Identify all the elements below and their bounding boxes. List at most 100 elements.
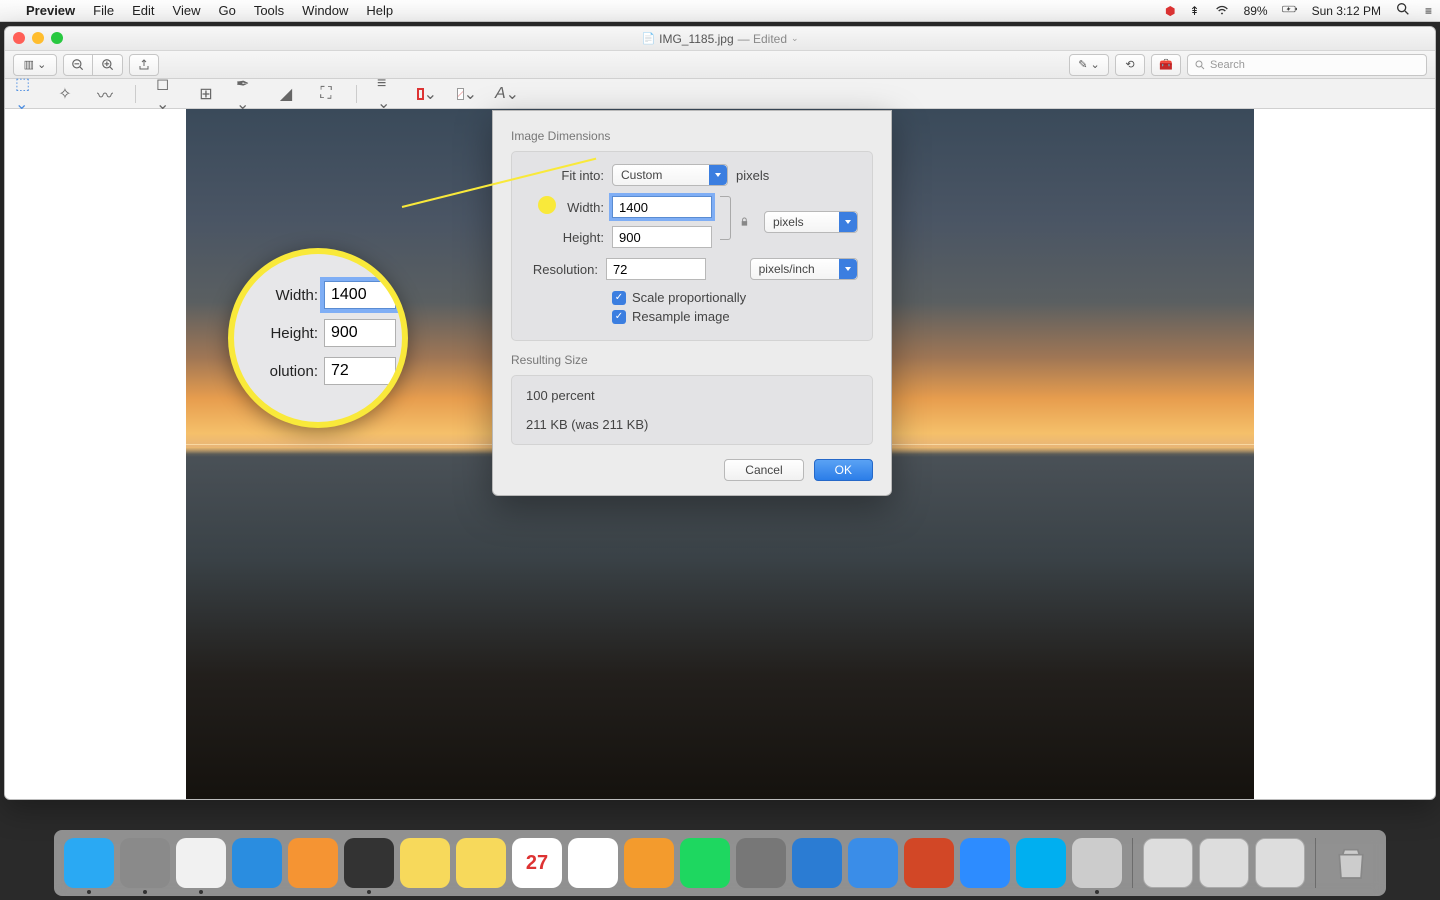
adjust-size-icon[interactable]: ⛶	[316, 84, 336, 104]
menu-help[interactable]: Help	[366, 3, 393, 18]
dock-powerpoint[interactable]	[904, 838, 954, 888]
traffic-lights	[13, 32, 63, 44]
battery-percent: 89%	[1244, 4, 1268, 18]
resample-image-checkbox[interactable]: ✓ Resample image	[612, 309, 858, 324]
control-center-icon[interactable]: ≡	[1425, 4, 1432, 18]
sign-tool-icon[interactable]: ✒ ⌄	[236, 84, 256, 104]
selection-tool-icon[interactable]: ⬚ ⌄	[15, 84, 35, 104]
share-button[interactable]	[129, 54, 159, 76]
dock-minimized-window[interactable]	[1199, 838, 1249, 888]
menu-edit[interactable]: Edit	[132, 3, 154, 18]
window-titlebar[interactable]: 📄 IMG_1185.jpg — Edited ⌄	[5, 27, 1435, 51]
result-percent: 100 percent	[526, 388, 858, 403]
checkbox-checked-icon: ✓	[612, 291, 626, 305]
dock-calendar[interactable]: 27	[512, 838, 562, 888]
resulting-size-panel: 100 percent 211 KB (was 211 KB)	[511, 375, 873, 445]
dock-zoom[interactable]	[960, 838, 1010, 888]
instant-alpha-icon[interactable]: ✧	[55, 84, 75, 104]
lens-width-value: 1400	[324, 281, 396, 309]
fit-into-unit: pixels	[736, 168, 769, 183]
dock-books[interactable]	[624, 838, 674, 888]
menu-window[interactable]: Window	[302, 3, 348, 18]
lens-resolution-label: olution:	[248, 363, 318, 380]
ok-button[interactable]: OK	[814, 459, 873, 481]
menu-file[interactable]: File	[93, 3, 114, 18]
dock-trash[interactable]	[1326, 838, 1376, 888]
dock-keynote[interactable]	[848, 838, 898, 888]
dock-spotify[interactable]	[680, 838, 730, 888]
maximize-button[interactable]	[51, 32, 63, 44]
dock-firefox[interactable]	[288, 838, 338, 888]
lens-resolution-value: 72	[324, 357, 396, 385]
rotate-button[interactable]: ⟲	[1115, 54, 1145, 76]
dock-launchpad[interactable]	[120, 838, 170, 888]
resulting-size-title: Resulting Size	[511, 353, 873, 367]
resolution-input[interactable]	[606, 258, 706, 280]
line-style-icon[interactable]: ≡ ⌄	[377, 84, 397, 104]
app-name[interactable]: Preview	[26, 3, 75, 18]
dock-settings[interactable]	[736, 838, 786, 888]
zoom-in-button[interactable]	[93, 54, 123, 76]
dock-skype[interactable]	[1016, 838, 1066, 888]
shapes-tool-icon[interactable]: ◻ ⌄	[156, 84, 176, 104]
macos-dock: 27	[54, 830, 1386, 896]
menu-go[interactable]: Go	[218, 3, 235, 18]
markup-toolbar: ⬚ ⌄ ✧ 〰 ◻ ⌄ ⊞ ✒ ⌄ ◢ ⛶ ≡ ⌄ ⌄ ⌄ A ⌄	[5, 79, 1435, 109]
fill-color-icon[interactable]: ⌄	[457, 84, 477, 104]
battery-icon[interactable]	[1282, 1, 1298, 20]
status-icon-2[interactable]: ⇞	[1190, 4, 1200, 18]
status-icon-1[interactable]: ⬢	[1165, 4, 1175, 18]
dock-safari[interactable]	[232, 838, 282, 888]
sketch-tool-icon[interactable]: 〰	[95, 84, 115, 104]
dock-word[interactable]	[792, 838, 842, 888]
markup-button[interactable]: ✎ ⌄	[1069, 54, 1109, 76]
minimize-button[interactable]	[32, 32, 44, 44]
lens-height-label: Height:	[248, 325, 318, 342]
dialog-title: Image Dimensions	[511, 129, 873, 143]
title-dropdown-icon[interactable]: ⌄	[791, 33, 799, 44]
zoom-out-button[interactable]	[63, 54, 93, 76]
dimension-unit-select[interactable]: pixels	[764, 211, 858, 233]
dock-notes[interactable]	[400, 838, 450, 888]
width-input[interactable]	[612, 196, 712, 218]
fit-into-select[interactable]: Custom	[612, 164, 728, 186]
dock-mission-control[interactable]	[344, 838, 394, 888]
wifi-icon[interactable]	[1214, 1, 1230, 20]
clock[interactable]: Sun 3:12 PM	[1312, 4, 1381, 18]
dock-finder[interactable]	[64, 838, 114, 888]
main-toolbar: ▥ ⌄ ✎ ⌄ ⟲ 🧰 Search	[5, 51, 1435, 79]
height-input[interactable]	[612, 226, 712, 248]
height-label: Height:	[526, 230, 604, 245]
cancel-button[interactable]: Cancel	[724, 459, 803, 481]
dock-music[interactable]	[568, 838, 618, 888]
menu-tools[interactable]: Tools	[254, 3, 284, 18]
callout-dot	[538, 196, 556, 214]
markup-toolbar-button[interactable]: 🧰	[1151, 54, 1181, 76]
dock-photos[interactable]	[1072, 838, 1122, 888]
adjust-color-icon[interactable]: ◢	[276, 84, 296, 104]
lock-icon[interactable]	[739, 215, 750, 229]
window-edited-status: — Edited	[738, 32, 787, 46]
scale-proportionally-checkbox[interactable]: ✓ Scale proportionally	[612, 290, 858, 305]
border-color-icon[interactable]: ⌄	[417, 84, 437, 104]
dock-minimized-window[interactable]	[1143, 838, 1193, 888]
search-field[interactable]: Search	[1187, 54, 1427, 76]
dock-stickies[interactable]	[456, 838, 506, 888]
checkbox-checked-icon: ✓	[612, 310, 626, 324]
sidebar-toggle-button[interactable]: ▥ ⌄	[13, 54, 57, 76]
text-tool-icon[interactable]: ⊞	[196, 84, 216, 104]
dimensions-panel: Fit into: Custom pixels Width: Height: p…	[511, 151, 873, 341]
lens-width-label: Width:	[248, 287, 318, 304]
window-title: IMG_1185.jpg	[659, 32, 734, 46]
menu-view[interactable]: View	[173, 3, 201, 18]
resolution-unit-select[interactable]: pixels/inch	[750, 258, 858, 280]
lens-height-value: 900	[324, 319, 396, 347]
close-button[interactable]	[13, 32, 25, 44]
search-placeholder: Search	[1210, 59, 1245, 71]
dock-chrome[interactable]	[176, 838, 226, 888]
spotlight-icon[interactable]	[1395, 1, 1411, 20]
font-style-icon[interactable]: A ⌄	[497, 84, 517, 104]
doc-icon: 📄	[641, 32, 655, 45]
lock-bracket	[720, 196, 731, 240]
dock-minimized-window[interactable]	[1255, 838, 1305, 888]
